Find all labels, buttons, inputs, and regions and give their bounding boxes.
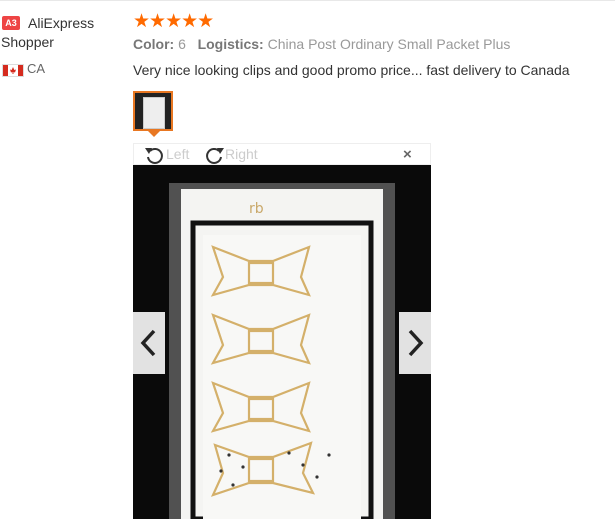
rotate-left-button[interactable]: Left	[144, 144, 190, 165]
divider-line	[0, 0, 615, 1]
rating-stars: ★★★★★	[133, 11, 214, 32]
rotate-right-button[interactable]: Right	[203, 144, 258, 165]
color-label: Color:	[133, 36, 175, 52]
svg-text:rb: rb	[249, 201, 264, 217]
review-text: Very nice looking clips and good promo p…	[133, 62, 570, 78]
rotate-left-label: Left	[166, 146, 190, 162]
chevron-left-icon	[140, 329, 156, 357]
next-photo-button[interactable]	[399, 312, 431, 374]
rotate-left-icon	[145, 148, 163, 165]
close-viewer-button[interactable]: ×	[403, 146, 412, 163]
review-photo: rb	[133, 165, 431, 519]
review-photo-thumbnail[interactable]	[133, 91, 173, 131]
color-value: 6	[178, 36, 186, 52]
level-badge: A3	[2, 16, 20, 30]
rotate-right-label: Right	[225, 146, 258, 162]
rotate-right-icon	[206, 148, 224, 165]
previous-photo-button[interactable]	[133, 312, 165, 374]
product-photo-image: rb	[133, 165, 431, 519]
reviewer-country: CA	[27, 61, 46, 76]
chevron-right-icon	[408, 329, 424, 357]
logistics-value: China Post Ordinary Small Packet Plus	[267, 36, 511, 52]
reviewer-name-line2: Shopper	[1, 34, 54, 50]
thumbnail-pointer	[148, 131, 160, 137]
order-info: Color: 6 Logistics: China Post Ordinary …	[133, 36, 510, 52]
reviewer-name-line1: AliExpress	[28, 15, 95, 31]
canada-flag-icon	[2, 64, 24, 77]
logistics-label: Logistics:	[197, 36, 264, 52]
